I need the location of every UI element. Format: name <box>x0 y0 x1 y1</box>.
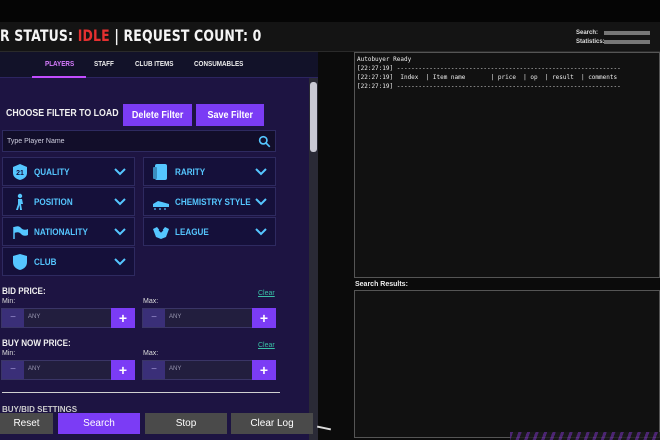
boot-icon <box>153 201 169 210</box>
reset-button[interactable]: Reset <box>0 413 53 434</box>
stats-panel: Search: Statistics: <box>576 28 650 46</box>
delete-filter-button[interactable]: Delete Filter <box>123 104 192 126</box>
choose-filter-label: CHOOSE FILTER TO LOAD <box>6 108 119 119</box>
search-icon[interactable] <box>258 135 271 148</box>
filter-league-label: LEAGUE <box>175 227 209 237</box>
bid-price-clear-link[interactable]: Clear <box>258 290 275 297</box>
filter-chemistry-style[interactable]: CHEMISTRY STYLE <box>143 187 276 216</box>
filter-position-label: POSITION <box>34 197 73 207</box>
buy-now-max-value[interactable]: ANY <box>169 366 181 372</box>
buy-now-max-increment-button[interactable]: + <box>252 360 276 380</box>
tab-bar: PLAYERS STAFF CLUB ITEMS CONSUMABLES <box>0 52 318 78</box>
bid-min-value[interactable]: ANY <box>28 314 40 320</box>
save-filter-button[interactable]: Save Filter <box>196 104 264 126</box>
scrollbar-thumb[interactable] <box>310 82 317 152</box>
buy-now-min-label: Min: <box>2 350 16 357</box>
chevron-down-icon <box>255 198 267 206</box>
search-results-title: Search Results: <box>355 281 408 288</box>
delete-filter-label: Delete Filter <box>131 109 184 121</box>
chevron-down-icon <box>114 258 126 266</box>
chevron-down-icon <box>255 228 267 236</box>
filter-quality[interactable]: 21 QUALITY <box>2 157 135 186</box>
chevron-down-icon <box>255 168 267 176</box>
filter-position[interactable]: POSITION <box>2 187 135 216</box>
request-count: | REQUEST COUNT: 0 <box>109 26 262 45</box>
chevron-down-icon <box>114 228 126 236</box>
search-stat-bar <box>604 30 650 35</box>
header-bar: R STATUS: IDLE | REQUEST COUNT: 0 Search… <box>0 22 660 52</box>
section-divider <box>2 392 280 393</box>
bid-min-stepper[interactable]: − ANY + <box>1 308 135 328</box>
svg-text:21: 21 <box>16 170 24 177</box>
log-line: [22:27:19] -----------------------------… <box>357 83 621 90</box>
player-search-box <box>2 130 276 152</box>
filter-chemistry-style-label: CHEMISTRY STYLE <box>175 197 251 207</box>
search-stat-label: Search: <box>576 29 599 36</box>
filter-club[interactable]: CLUB <box>2 247 135 276</box>
bid-max-decrement-button[interactable]: − <box>143 309 165 327</box>
buy-now-min-stepper[interactable]: − ANY + <box>1 360 135 380</box>
statistics-stat-label: Statistics: <box>576 38 605 45</box>
statistics-stat-bar <box>604 39 650 44</box>
bid-min-label: Min: <box>2 298 16 305</box>
rarity-card-icon <box>153 164 167 180</box>
player-position-icon <box>16 193 23 210</box>
log-line: [22:27:19] Index | Item name | price | o… <box>357 74 618 81</box>
active-tab-underline <box>32 76 86 78</box>
bid-min-decrement-button[interactable]: − <box>2 309 24 327</box>
buy-now-price-title: BUY NOW PRICE: <box>2 338 71 348</box>
search-button[interactable]: Search <box>58 413 140 434</box>
bid-price-title: BID PRICE: <box>2 286 46 296</box>
top-strip <box>0 0 660 22</box>
bid-min-increment-button[interactable]: + <box>111 308 135 328</box>
chevron-down-icon <box>114 168 126 176</box>
clear-log-button[interactable]: Clear Log <box>231 413 313 434</box>
choose-filter-dropdown[interactable]: CHOOSE FILTER TO LOAD⌄ <box>6 108 127 119</box>
log-output: Autobuyer Ready [22:27:19] --------------… <box>354 52 660 278</box>
bid-max-label: Max: <box>143 298 159 305</box>
tab-consumables[interactable]: CONSUMABLES <box>194 61 243 68</box>
buy-now-min-increment-button[interactable]: + <box>111 360 135 380</box>
quality-badge-icon: 21 <box>13 164 27 180</box>
filter-rarity-label: RARITY <box>175 167 206 177</box>
filter-panel: PLAYERS STAFF CLUB ITEMS CONSUMABLES CHO… <box>0 52 318 440</box>
decorative-dash <box>316 425 332 431</box>
status-prefix: R STATUS: <box>0 26 78 45</box>
bid-max-stepper[interactable]: − ANY + <box>142 308 276 328</box>
buy-now-min-value[interactable]: ANY <box>28 366 40 372</box>
buy-now-max-label: Max: <box>143 350 159 357</box>
save-filter-label: Save Filter <box>207 109 253 121</box>
filter-club-label: CLUB <box>34 257 57 267</box>
log-line: Autobuyer Ready <box>357 56 412 63</box>
bid-max-value[interactable]: ANY <box>169 314 181 320</box>
stop-button[interactable]: Stop <box>145 413 227 434</box>
flag-icon <box>13 226 28 239</box>
buy-now-min-decrement-button[interactable]: − <box>2 361 24 379</box>
filter-quality-label: QUALITY <box>34 167 70 177</box>
player-name-input[interactable] <box>3 131 253 151</box>
filter-league[interactable]: LEAGUE <box>143 217 276 246</box>
search-results-panel <box>354 290 660 438</box>
chevron-down-icon <box>114 198 126 206</box>
shield-icon <box>13 254 27 270</box>
status-value: IDLE <box>77 26 110 45</box>
background-stripes <box>510 432 660 440</box>
bid-max-increment-button[interactable]: + <box>252 308 276 328</box>
buy-now-max-decrement-button[interactable]: − <box>143 361 165 379</box>
log-line: [22:27:19] -----------------------------… <box>357 65 621 72</box>
tab-club-items[interactable]: CLUB ITEMS <box>135 61 174 68</box>
filter-nationality[interactable]: NATIONALITY <box>2 217 135 246</box>
status-line: R STATUS: IDLE | REQUEST COUNT: 0 <box>0 26 261 45</box>
league-icon <box>153 227 169 239</box>
tab-staff[interactable]: STAFF <box>94 61 114 68</box>
buy-now-clear-link[interactable]: Clear <box>258 342 275 349</box>
buy-now-max-stepper[interactable]: − ANY + <box>142 360 276 380</box>
filter-nationality-label: NATIONALITY <box>34 227 88 237</box>
tab-players[interactable]: PLAYERS <box>45 61 74 68</box>
filter-rarity[interactable]: RARITY <box>143 157 276 186</box>
